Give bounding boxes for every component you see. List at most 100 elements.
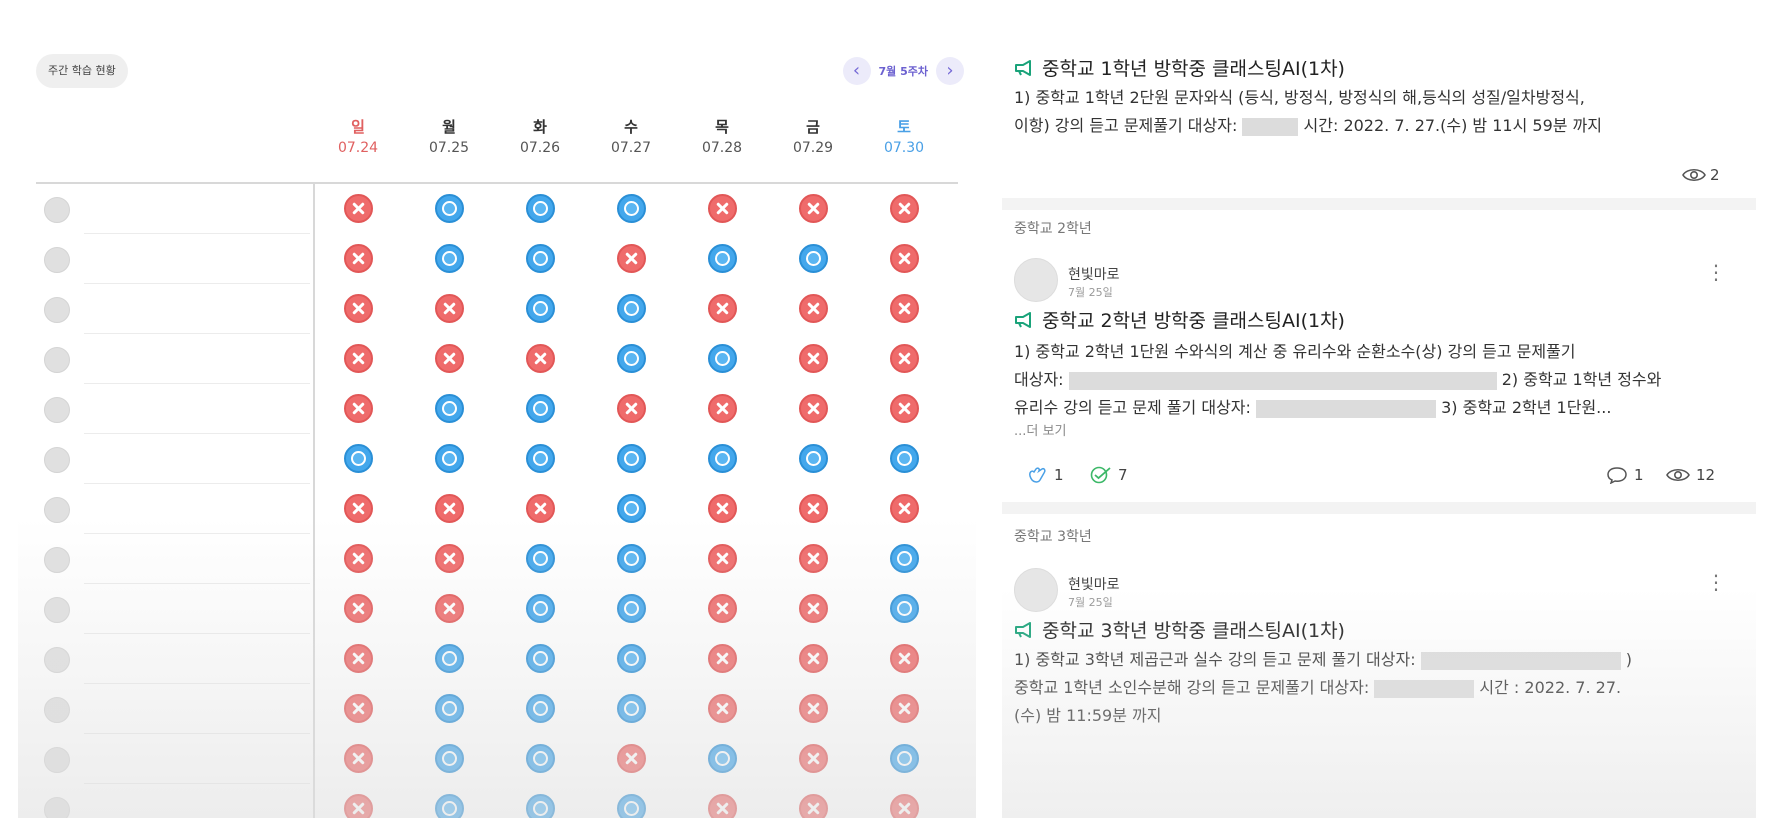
completed-icon: [435, 394, 464, 423]
completed-icon: [526, 794, 555, 818]
missed-icon: [890, 644, 919, 673]
avatar[interactable]: [44, 747, 70, 773]
post-title[interactable]: 중학교 3학년 방학중 클래스팅AI(1차): [1014, 616, 1345, 643]
missed-icon: [799, 544, 828, 573]
check-button[interactable]: 7: [1090, 466, 1128, 484]
completed-icon: [526, 594, 555, 623]
day-date: 07.26: [519, 140, 561, 156]
missed-icon: [344, 294, 373, 323]
completed-icon: [526, 244, 555, 273]
section-label: 중학교 3학년: [1014, 529, 1092, 545]
day-date: 07.28: [701, 140, 743, 156]
author-name[interactable]: 현빛마로: [1068, 264, 1120, 284]
completed-icon: [617, 594, 646, 623]
day-header: 월 07.25: [409, 116, 489, 156]
post-body-text: ): [1625, 650, 1633, 669]
more-options-icon[interactable]: ⋮: [1706, 260, 1726, 284]
student-row: [18, 334, 976, 384]
avatar[interactable]: [44, 447, 70, 473]
avatar[interactable]: [44, 697, 70, 723]
completed-icon: [617, 344, 646, 373]
completed-icon: [435, 244, 464, 273]
missed-icon: [799, 194, 828, 223]
completed-icon: [890, 544, 919, 573]
day-header: 화 07.26: [500, 116, 580, 156]
day-date: 07.30: [883, 140, 925, 156]
missed-icon: [799, 494, 828, 523]
missed-icon: [617, 394, 646, 423]
post-title[interactable]: 중학교 2학년 방학중 클래스팅AI(1차): [1014, 306, 1345, 333]
completed-icon: [435, 694, 464, 723]
missed-icon: [617, 244, 646, 273]
completed-icon: [708, 444, 737, 473]
like-count: 1: [1054, 466, 1064, 484]
post-body-line: 이항) 강의 듣고 문제풀기 대상자: 시간: 2022. 7. 27.(수) …: [1014, 112, 1724, 140]
avatar[interactable]: [44, 597, 70, 623]
comment-button[interactable]: 1: [1606, 466, 1644, 484]
missed-icon: [344, 744, 373, 773]
missed-icon: [617, 744, 646, 773]
megaphone-icon: [1015, 311, 1031, 328]
next-week-button[interactable]: ›: [936, 57, 964, 85]
avatar[interactable]: [44, 297, 70, 323]
missed-icon: [890, 794, 919, 818]
avatar[interactable]: [44, 647, 70, 673]
missed-icon: [435, 544, 464, 573]
eye-icon: [1666, 468, 1690, 482]
missed-icon: [344, 594, 373, 623]
day-header: 일 07.24: [318, 116, 398, 156]
day-date: 07.29: [792, 140, 834, 156]
post-body-text: 2) 중학교 1학년 정수와: [1501, 370, 1662, 389]
completed-icon: [617, 544, 646, 573]
avatar[interactable]: [44, 197, 70, 223]
completed-icon: [799, 444, 828, 473]
author-name[interactable]: 현빛마로: [1068, 574, 1120, 594]
day-header: 목 07.28: [682, 116, 762, 156]
missed-icon: [799, 294, 828, 323]
completed-icon: [435, 794, 464, 818]
student-row: [18, 284, 976, 334]
avatar[interactable]: [44, 247, 70, 273]
more-options-icon[interactable]: ⋮: [1706, 570, 1726, 594]
missed-icon: [799, 594, 828, 623]
prev-week-button[interactable]: ‹: [842, 57, 871, 85]
missed-icon: [708, 594, 737, 623]
missed-icon: [344, 344, 373, 373]
post-body-line: 1) 중학교 3학년 제곱근과 실수 강의 듣고 문제 풀기 대상자: ): [1014, 646, 1724, 674]
completed-icon: [890, 594, 919, 623]
avatar[interactable]: [44, 547, 70, 573]
missed-icon: [890, 344, 919, 373]
avatar[interactable]: [44, 497, 70, 523]
post-date: 7월 25일: [1068, 286, 1113, 299]
missed-icon: [435, 344, 464, 373]
student-row: [18, 434, 976, 484]
avatar[interactable]: [44, 397, 70, 423]
avatar[interactable]: [1014, 258, 1058, 302]
missed-icon: [526, 344, 555, 373]
completed-icon: [526, 194, 555, 223]
redacted-block: [1256, 399, 1436, 418]
avatar[interactable]: [1014, 568, 1058, 612]
student-row: [18, 384, 976, 434]
day-name: 월: [442, 118, 456, 136]
check-count: 7: [1118, 466, 1128, 484]
post-body-text: 3) 중학교 2학년 1단원...: [1441, 398, 1612, 417]
see-more-link[interactable]: ...더 보기: [1014, 420, 1066, 439]
missed-icon: [344, 694, 373, 723]
like-button[interactable]: 1: [1026, 466, 1064, 484]
missed-icon: [890, 244, 919, 273]
avatar[interactable]: [44, 347, 70, 373]
missed-icon: [799, 694, 828, 723]
completed-icon: [890, 444, 919, 473]
post-title[interactable]: 중학교 1학년 방학중 클래스팅AI(1차): [1014, 54, 1345, 81]
completed-icon: [435, 744, 464, 773]
chevron-right-icon: ›: [946, 60, 954, 81]
view-count: 12: [1666, 466, 1715, 484]
missed-icon: [890, 294, 919, 323]
completed-icon: [617, 294, 646, 323]
section-label: 중학교 2학년: [1014, 221, 1092, 237]
avatar[interactable]: [44, 797, 70, 818]
post-body-text: 중학교 1학년 소인수분해 강의 듣고 문제풀기 대상자:: [1014, 678, 1370, 697]
post-body-text: 대상자:: [1014, 370, 1064, 389]
completed-icon: [435, 194, 464, 223]
